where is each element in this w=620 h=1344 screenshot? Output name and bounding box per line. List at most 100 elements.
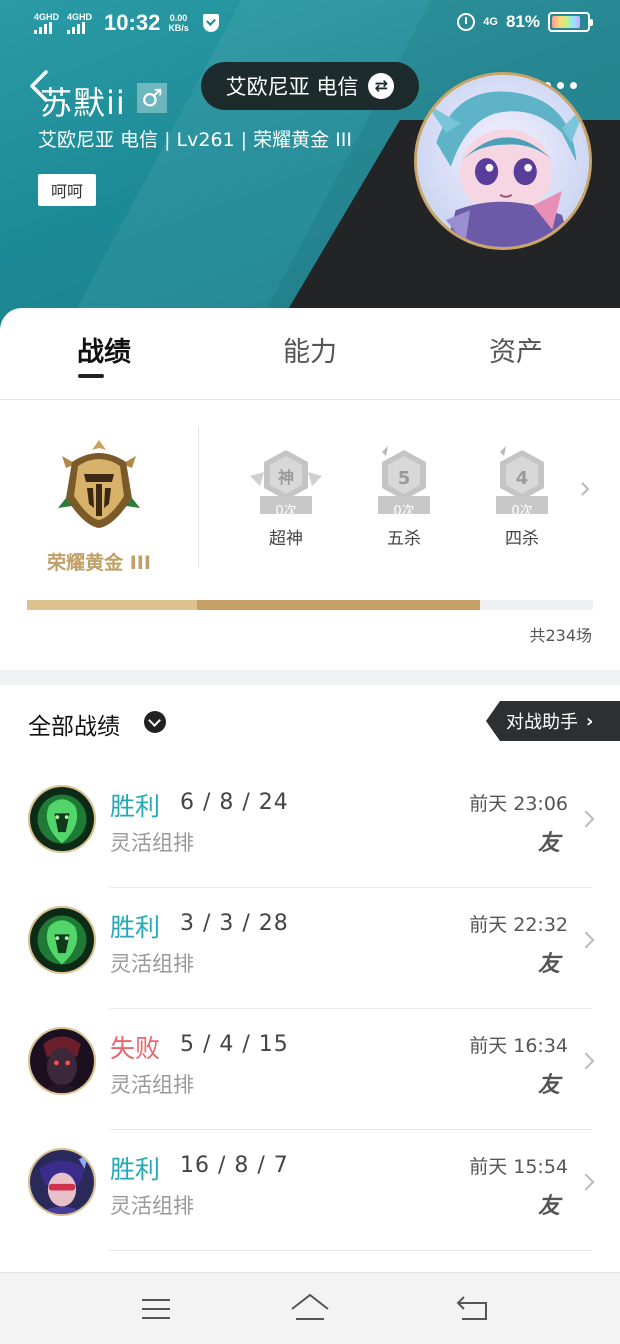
- champion-avatar: [28, 906, 96, 974]
- progress-segment: [197, 600, 480, 610]
- badge-count: 0次: [393, 504, 415, 519]
- match-kda: 6 / 8 / 24: [180, 790, 289, 815]
- back-nav-button[interactable]: [454, 1291, 494, 1327]
- match-time: 前天 22:32: [469, 914, 568, 936]
- menu-button[interactable]: [136, 1291, 176, 1327]
- dot: [570, 82, 577, 89]
- battery-icon: [548, 12, 593, 32]
- friend-icon: 友: [538, 952, 561, 977]
- champion-purple-icon: [30, 1150, 94, 1214]
- server-switch-button[interactable]: 艾欧尼亚 电信: [201, 62, 419, 110]
- badge-count: 0次: [511, 504, 533, 519]
- match-result: 失败: [110, 1034, 161, 1063]
- profile-header: 4GHD 4GHD 10:32 0.00 KB/s 4G 81% 苏默ii ♂ …: [0, 0, 620, 340]
- battle-assistant-button[interactable]: 对战助手 ›: [486, 701, 620, 741]
- home-button[interactable]: [290, 1291, 330, 1327]
- speed-unit: KB/s: [168, 23, 189, 33]
- battery-percent: 81%: [505, 12, 540, 31]
- records-title[interactable]: 全部战绩: [28, 707, 120, 741]
- records-section: 全部战绩 对战助手 › 胜利 6 / 8 / 24 灵活组排 前天 23:06: [0, 685, 620, 1275]
- badge-icon-text: 神: [278, 468, 294, 487]
- match-row[interactable]: 胜利 16 / 8 / 7 灵活组排 前天 15:54 友: [0, 1130, 620, 1251]
- match-kda: 3 / 3 / 28: [180, 911, 289, 936]
- records-header: 全部战绩 对战助手 ›: [0, 685, 620, 757]
- clock: 10:32: [104, 10, 161, 35]
- match-mode: 灵活组排: [110, 831, 194, 855]
- badge-count: 0次: [275, 504, 297, 519]
- match-time: 前天 23:06: [469, 793, 568, 815]
- match-time: 前天 15:54: [469, 1156, 568, 1178]
- match-row[interactable]: 失败 5 / 4 / 15 灵活组排 前天 16:34 友: [0, 1009, 620, 1130]
- profile-tag[interactable]: 呵呵: [38, 174, 96, 206]
- alarm-icon: [457, 13, 476, 31]
- network-type: 4G: [483, 16, 498, 28]
- chevron-right-icon: [577, 1052, 595, 1070]
- match-row[interactable]: 胜利 6 / 8 / 24 灵活组排 前天 23:06 友: [0, 767, 620, 888]
- match-time: 前天 16:34: [469, 1035, 568, 1057]
- stats-card: 战绩 能力 资产 荣耀黄金 III 神 0次 超神 5 0次 五杀 4 0次 四…: [0, 308, 620, 670]
- male-icon: ♂: [137, 83, 167, 113]
- gold-rank-emblem-icon: [58, 440, 140, 528]
- badge-icon-text: 4: [516, 468, 529, 489]
- tab-bar: 战绩 能力 资产: [0, 308, 620, 400]
- shield-icon: [202, 14, 219, 32]
- divider: [110, 1250, 592, 1251]
- chevron-right-icon: ›: [586, 710, 594, 732]
- rank-section[interactable]: 荣耀黄金 III 神 0次 超神 5 0次 五杀 4 0次 四杀 共234场: [0, 400, 620, 670]
- status-bar: 4GHD 4GHD 10:32 0.00 KB/s 4G 81%: [0, 0, 620, 48]
- username: 苏默ii: [40, 84, 126, 122]
- badge-pentakill: 5 0次 五杀: [362, 446, 446, 549]
- badge-icon-text: 5: [398, 468, 411, 489]
- chevron-right-icon: [577, 931, 595, 949]
- home-icon: [291, 1293, 329, 1320]
- profile-subline: 艾欧尼亚 电信 | Lv261 | 荣耀黄金 III: [38, 129, 352, 151]
- chevron-right-icon: [577, 810, 595, 828]
- champion-avatar: [28, 1027, 96, 1095]
- games-progress-bar: [27, 600, 593, 610]
- match-mode: 灵活组排: [110, 1073, 194, 1097]
- match-kda: 5 / 4 / 15: [180, 1032, 289, 1057]
- match-list: 胜利 6 / 8 / 24 灵活组排 前天 23:06 友 胜利 3 / 3 /: [0, 767, 620, 1251]
- back-icon: [456, 1296, 487, 1320]
- match-row[interactable]: 胜利 3 / 3 / 28 灵活组排 前天 22:32 友: [0, 888, 620, 1009]
- badge-label: 四杀: [505, 529, 539, 549]
- badge-quadrakill: 4 0次 四杀: [480, 446, 564, 549]
- dot: [557, 82, 564, 89]
- divider: [198, 426, 199, 568]
- battle-assistant-label: 对战助手: [506, 712, 578, 733]
- swap-icon: [368, 73, 395, 99]
- match-result: 胜利: [110, 913, 161, 942]
- tab-ability[interactable]: 能力: [250, 330, 370, 369]
- badge-label: 超神: [269, 529, 303, 549]
- friend-icon: 友: [538, 1073, 561, 1098]
- match-mode: 灵活组排: [110, 952, 194, 976]
- signal-icon: 4GHD: [67, 11, 93, 34]
- chevron-down-icon[interactable]: [144, 711, 166, 733]
- badge-legendary: 神 0次 超神: [244, 446, 328, 549]
- match-mode: 灵活组排: [110, 1194, 194, 1218]
- friend-icon: 友: [538, 831, 561, 856]
- champion-avatar: [28, 785, 96, 853]
- chevron-right-icon[interactable]: [578, 482, 592, 496]
- signal-icon: 4GHD: [34, 11, 60, 34]
- chevron-right-icon: [577, 1173, 595, 1191]
- avatar[interactable]: [414, 72, 592, 250]
- champion-avatar: [28, 1148, 96, 1216]
- rank-name: 荣耀黄金 III: [47, 552, 151, 574]
- network-speed: 0.00 KB/s: [168, 13, 189, 33]
- tab-indicator: [78, 374, 104, 378]
- match-kda: 16 / 8 / 7: [180, 1153, 289, 1178]
- champion-green-icon: [30, 908, 94, 972]
- match-result: 胜利: [110, 792, 161, 821]
- sim1-label: 4GHD: [34, 11, 60, 22]
- match-result: 胜利: [110, 1155, 161, 1184]
- tab-record[interactable]: 战绩: [44, 330, 164, 369]
- progress-segment: [27, 600, 197, 610]
- server-label: 艾欧尼亚 电信: [225, 75, 359, 99]
- system-nav-bar: [0, 1272, 620, 1344]
- speed-value: 0.00: [169, 13, 188, 23]
- champion-dark-icon: [30, 1029, 94, 1093]
- sim2-label: 4GHD: [67, 11, 93, 22]
- avatar-image: [417, 75, 589, 247]
- tab-assets[interactable]: 资产: [456, 330, 576, 369]
